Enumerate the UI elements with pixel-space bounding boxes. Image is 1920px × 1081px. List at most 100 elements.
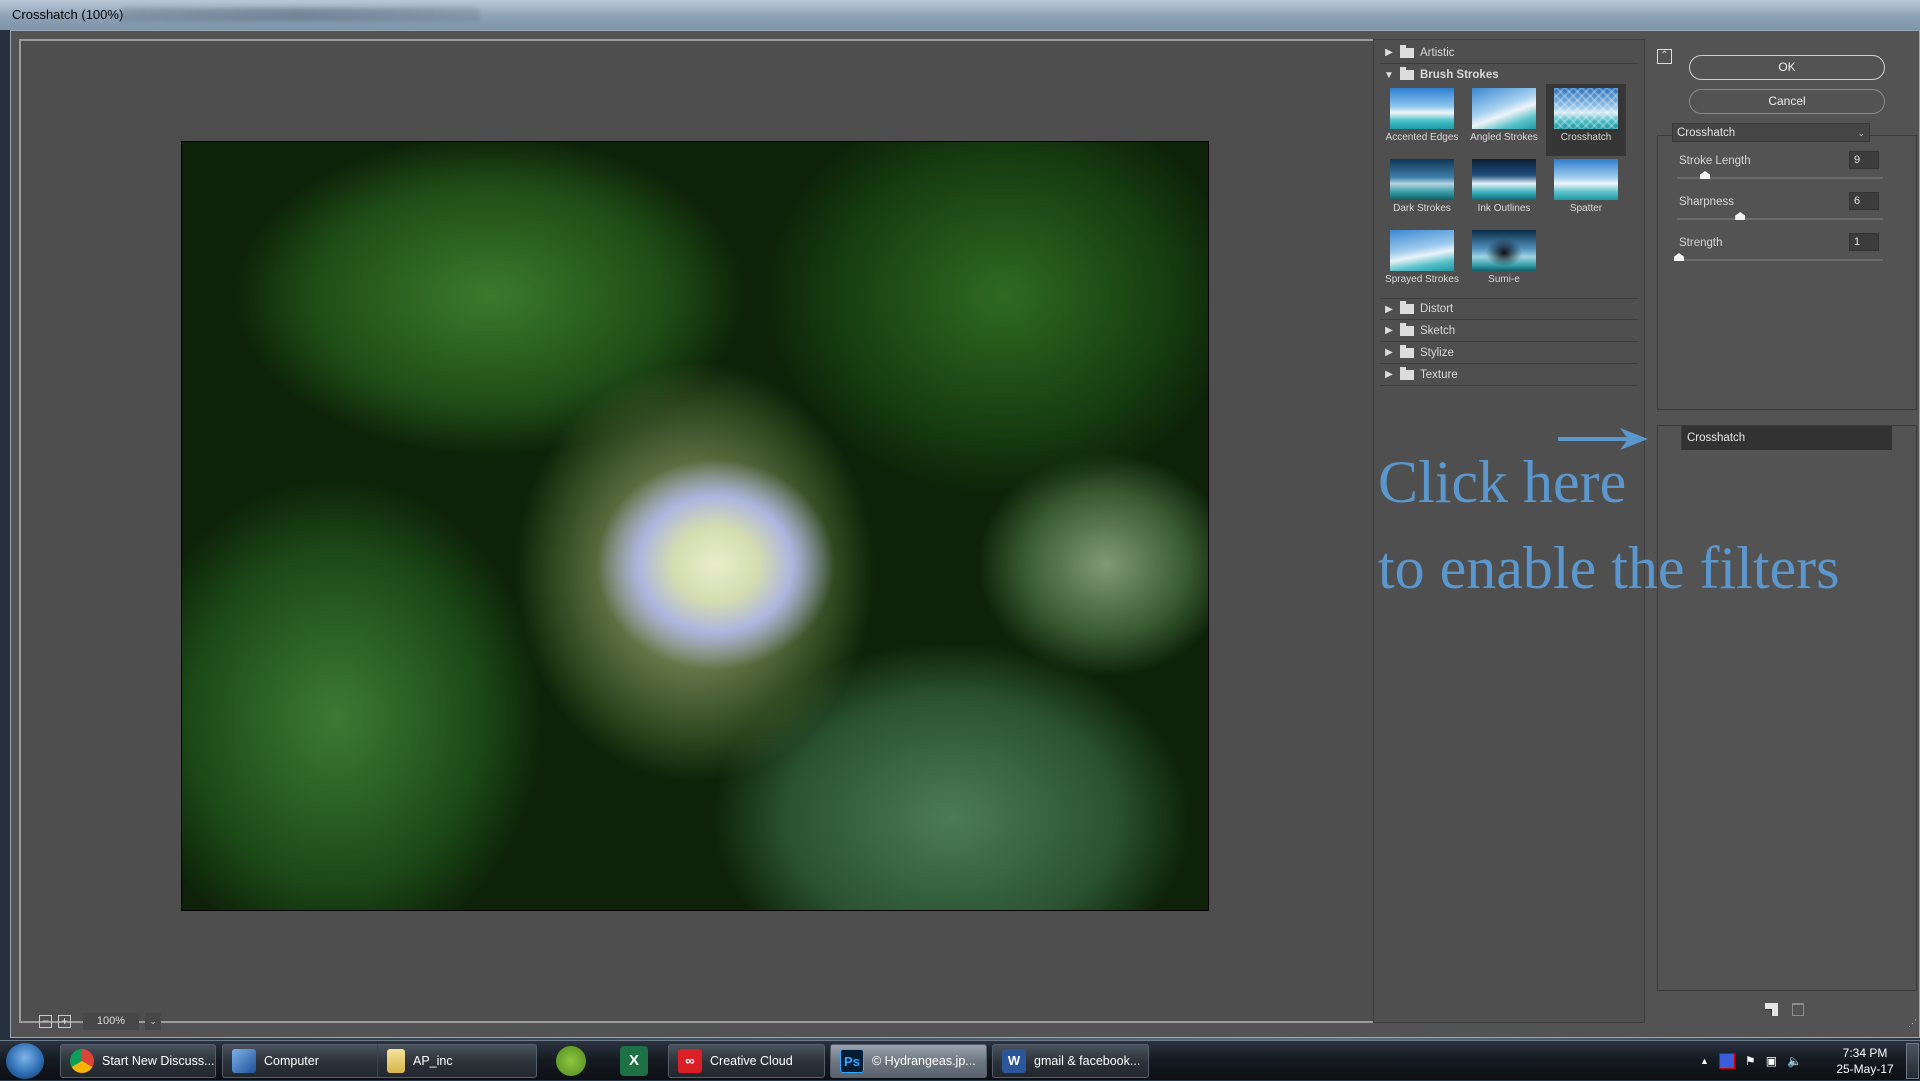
category-label: Stylize — [1420, 346, 1454, 359]
effect-layer-row[interactable]: Crosshatch — [1658, 426, 1894, 450]
start-button-windows-icon[interactable] — [6, 1043, 44, 1079]
trash-icon[interactable] — [1792, 1003, 1804, 1016]
category-label: Distort — [1420, 303, 1454, 315]
zoom-level-field[interactable]: 100% — [83, 1012, 139, 1030]
effect-layer-label: Crosshatch — [1682, 426, 1892, 450]
taskbar-item-label: Start New Discuss... — [102, 1054, 215, 1068]
folder-icon — [1400, 366, 1414, 380]
category-texture[interactable]: ▶ Texture — [1380, 364, 1638, 386]
taskbar-item-ap-inc-folder[interactable]: AP_inc — [377, 1044, 537, 1078]
ok-button[interactable]: OK — [1689, 55, 1885, 80]
settings-panel: ⌃ OK Cancel Crosshatch ⌄ Stroke Length 9… — [1651, 39, 1919, 1029]
thumbnail-image — [1554, 159, 1618, 200]
category-label: Texture — [1420, 368, 1458, 381]
taskbar-item-photoshop[interactable]: Ps © Hydrangeas.jp... — [830, 1044, 987, 1078]
window-title: Crosshatch (100%) — [12, 7, 124, 22]
param-label: Sharpness — [1679, 196, 1734, 208]
filter-thumb-ink-outlines[interactable]: Ink Outlines — [1464, 157, 1544, 227]
expand-triangle-icon: ▶ — [1385, 325, 1393, 336]
action-center-flag-icon[interactable]: ⚑ — [1745, 1054, 1756, 1068]
coreldraw-icon[interactable] — [556, 1046, 586, 1076]
category-label: Sketch — [1420, 324, 1456, 337]
category-brush-strokes[interactable]: ▼ Brush Strokes — [1380, 64, 1638, 86]
taskbar-item-label: Computer — [264, 1054, 319, 1068]
taskbar: Start New Discuss... Computer AP_inc X ∞… — [0, 1040, 1920, 1080]
slider-track[interactable] — [1677, 218, 1883, 220]
window-titlebar[interactable]: Crosshatch (100%) — [0, 0, 1920, 30]
taskbar-item-label: AP_inc — [413, 1054, 453, 1068]
taskbar-item-label: gmail & facebook... — [1034, 1054, 1141, 1068]
expand-triangle-icon: ▶ — [1385, 303, 1393, 315]
chevron-down-icon[interactable]: ⌄ — [145, 1012, 161, 1030]
thumbnail-image — [1554, 88, 1618, 129]
thumbnail-image — [1472, 230, 1536, 271]
filter-thumb-crosshatch[interactable]: Crosshatch — [1546, 84, 1626, 156]
filter-select-dropdown[interactable]: Crosshatch ⌄ — [1672, 123, 1870, 142]
folder-icon — [1400, 44, 1414, 58]
thumb-label: Dark Strokes — [1393, 203, 1451, 214]
filter-thumb-sumi-e[interactable]: Sumi-e — [1464, 228, 1544, 298]
computer-icon — [232, 1049, 256, 1073]
show-hidden-icons-icon[interactable]: ▲ — [1700, 1056, 1709, 1066]
thumb-label: Angled Strokes — [1470, 132, 1538, 143]
slider-track[interactable] — [1677, 259, 1883, 261]
new-effect-layer-icon[interactable] — [1765, 1003, 1778, 1016]
excel-icon[interactable]: X — [620, 1046, 648, 1076]
filter-gallery-list: ▶ Artistic ▼ Brush Strokes Accented Edge… — [1373, 39, 1645, 1023]
annotation-arrow-icon — [1558, 428, 1648, 450]
thumbnail-image — [1472, 88, 1536, 129]
folder-icon — [1400, 301, 1414, 314]
thumb-label: Ink Outlines — [1477, 203, 1531, 214]
folder-icon — [1400, 344, 1414, 358]
thumb-label: Sumi-e — [1488, 274, 1520, 285]
double-chevron-up-icon[interactable]: ⌃ — [1657, 49, 1672, 64]
filter-gallery-window: − + 100% ⌄ ▶ Artistic ▼ Brush Strokes Ac… — [10, 30, 1920, 1038]
zoom-out-button[interactable]: − — [39, 1014, 52, 1028]
thumbnail-image — [1390, 159, 1454, 200]
expand-triangle-icon: ▶ — [1385, 347, 1393, 358]
tray-app-icon[interactable] — [1718, 1053, 1735, 1069]
category-stylize[interactable]: ▶ Stylize — [1380, 342, 1638, 364]
annotation-line-2: to enable the filters — [1378, 535, 1840, 601]
network-icon[interactable]: ▣ — [1766, 1054, 1777, 1068]
zoom-in-button[interactable]: + — [58, 1014, 71, 1028]
expand-triangle-icon: ▶ — [1385, 369, 1393, 380]
thumb-label: Accented Edges — [1385, 132, 1459, 143]
category-distort[interactable]: ▶ Distort — [1380, 298, 1638, 320]
filter-thumb-sprayed-strokes[interactable]: Sprayed Strokes — [1382, 228, 1462, 298]
taskbar-item-chrome[interactable]: Start New Discuss... — [60, 1044, 216, 1078]
visibility-toggle-icon[interactable] — [1658, 426, 1682, 450]
sharpness-input[interactable]: 6 — [1849, 192, 1879, 210]
category-sketch[interactable]: ▶ Sketch — [1380, 320, 1638, 342]
show-desktop-button[interactable] — [1906, 1043, 1919, 1079]
photoshop-icon: Ps — [840, 1049, 864, 1073]
filter-thumb-spatter[interactable]: Spatter — [1546, 157, 1626, 227]
taskbar-item-computer[interactable]: Computer — [222, 1044, 378, 1078]
thumb-label: Spatter — [1569, 203, 1603, 214]
taskbar-item-creative-cloud[interactable]: ∞ Creative Cloud — [668, 1044, 825, 1078]
folder-open-icon — [1400, 67, 1414, 80]
taskbar-item-label: © Hydrangeas.jp... — [872, 1054, 976, 1068]
preview-image-hydrangea[interactable] — [181, 141, 1209, 911]
clock-date: 25-May-17 — [1836, 1062, 1894, 1076]
category-artistic[interactable]: ▶ Artistic — [1380, 42, 1638, 64]
filter-thumb-accented-edges[interactable]: Accented Edges — [1382, 86, 1462, 156]
preview-canvas[interactable]: − + 100% ⌄ — [19, 39, 1375, 1030]
volume-icon[interactable]: 🔈 — [1787, 1054, 1802, 1068]
filter-thumb-dark-strokes[interactable]: Dark Strokes — [1382, 157, 1462, 227]
effect-layers-list: Crosshatch — [1657, 425, 1917, 991]
taskbar-item-word[interactable]: W gmail & facebook... — [992, 1044, 1149, 1078]
folder-icon — [387, 1049, 405, 1073]
taskbar-item-label: Creative Cloud — [710, 1054, 793, 1068]
system-tray: ▲ ⚑ ▣ 🔈 — [1700, 1041, 1802, 1081]
strength-input[interactable]: 1 — [1849, 233, 1879, 251]
filter-thumb-angled-strokes[interactable]: Angled Strokes — [1464, 86, 1544, 156]
thumbnail-image — [1390, 88, 1454, 129]
cancel-button[interactable]: Cancel — [1689, 89, 1885, 114]
thumbnail-image — [1472, 159, 1536, 200]
clock[interactable]: 7:34 PM 25-May-17 — [1832, 1045, 1898, 1077]
stroke-length-input[interactable]: 9 — [1849, 151, 1879, 169]
creative-cloud-icon: ∞ — [678, 1049, 702, 1073]
thumb-label: Sprayed Strokes — [1385, 274, 1459, 285]
resize-grip-icon[interactable]: ⋰ — [1908, 1018, 1917, 1029]
